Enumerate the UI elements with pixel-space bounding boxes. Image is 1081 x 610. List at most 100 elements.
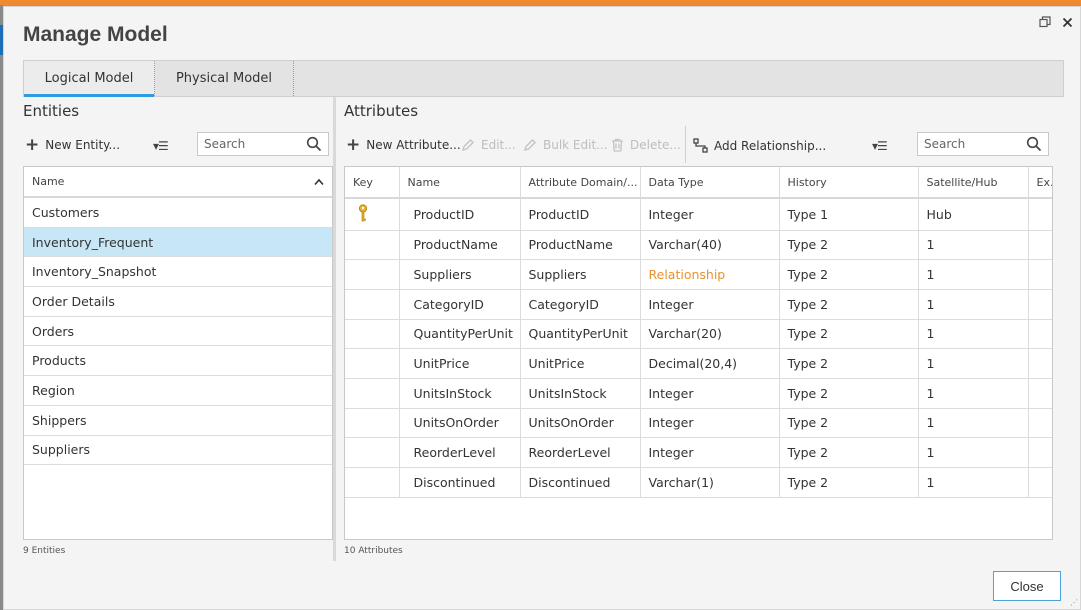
attribute-name-cell[interactable]: ProductID — [399, 198, 521, 231]
extra-cell[interactable] — [1028, 198, 1052, 231]
search-icon[interactable] — [306, 136, 322, 152]
satellite-hub-cell[interactable]: 1 — [918, 408, 1029, 439]
entity-row[interactable]: Order Details — [24, 287, 332, 317]
attribute-row[interactable]: UnitsOnOrder UnitsOnOrder Integer Type 21 — [345, 408, 1052, 439]
entities-column-header[interactable]: Name — [24, 167, 332, 198]
satellite-hub-cell[interactable]: 1 — [918, 378, 1029, 409]
attribute-row[interactable]: UnitPrice UnitPrice Decimal(20,4) Type 21 — [345, 348, 1052, 379]
attribute-domain-cell[interactable]: UnitsOnOrder — [520, 408, 641, 439]
attribute-domain-cell[interactable]: QuantityPerUnit — [520, 319, 641, 350]
satellite-hub-cell[interactable]: 1 — [918, 437, 1029, 468]
attribute-row[interactable]: Suppliers Suppliers Relationship Type 21 — [345, 259, 1052, 290]
attribute-name-cell[interactable]: QuantityPerUnit — [399, 319, 521, 350]
extra-cell[interactable] — [1028, 348, 1052, 379]
history-cell[interactable]: Type 2 — [779, 230, 919, 261]
attribute-name-cell[interactable]: ProductName — [399, 230, 521, 261]
attribute-domain-cell[interactable]: UnitPrice — [520, 348, 641, 379]
key-cell[interactable] — [345, 259, 400, 290]
key-cell[interactable] — [345, 198, 400, 231]
attribute-domain-cell[interactable]: ReorderLevel — [520, 437, 641, 468]
attribute-row[interactable]: UnitsInStock UnitsInStock Integer Type 21 — [345, 378, 1052, 409]
attribute-domain-cell[interactable]: CategoryID — [520, 289, 641, 320]
restore-icon[interactable] — [1038, 15, 1052, 29]
attribute-name-cell[interactable]: UnitPrice — [399, 348, 521, 379]
delete-button[interactable]: Delete... — [611, 138, 681, 152]
attribute-name-cell[interactable]: ReorderLevel — [399, 437, 521, 468]
tab-logical-model[interactable]: Logical Model — [24, 61, 155, 97]
column-header-history[interactable]: History — [779, 167, 919, 199]
attributes-search[interactable] — [917, 132, 1049, 156]
key-cell[interactable] — [345, 437, 400, 468]
history-cell[interactable]: Type 1 — [779, 198, 919, 231]
key-cell[interactable] — [345, 378, 400, 409]
history-cell[interactable]: Type 2 — [779, 378, 919, 409]
history-cell[interactable]: Type 2 — [779, 408, 919, 439]
history-cell[interactable]: Type 2 — [779, 319, 919, 350]
history-cell[interactable]: Type 2 — [779, 259, 919, 290]
attributes-search-input[interactable] — [924, 137, 1026, 151]
entity-row[interactable]: Products — [24, 346, 332, 377]
history-cell[interactable]: Type 2 — [779, 467, 919, 498]
data-type-cell[interactable]: Integer — [640, 289, 780, 320]
satellite-hub-cell[interactable]: 1 — [918, 289, 1029, 320]
attribute-row[interactable]: Discontinued Discontinued Varchar(1) Type 2… — [345, 467, 1052, 498]
attribute-row[interactable]: ReorderLevel ReorderLevel Integer Type 21 — [345, 437, 1052, 468]
column-header-key[interactable]: Key — [345, 167, 400, 199]
extra-cell[interactable] — [1028, 319, 1052, 350]
bulk-edit-button[interactable]: Bulk Edit... — [523, 138, 608, 152]
tab-physical-model[interactable]: Physical Model — [155, 61, 294, 96]
extra-cell[interactable] — [1028, 230, 1052, 261]
attribute-domain-cell[interactable]: Suppliers — [520, 259, 641, 290]
key-cell[interactable] — [345, 289, 400, 320]
close-button[interactable]: Close — [993, 571, 1061, 601]
entities-search-input[interactable] — [204, 137, 306, 151]
key-cell[interactable] — [345, 319, 400, 350]
history-cell[interactable]: Type 2 — [779, 437, 919, 468]
satellite-hub-cell[interactable]: 1 — [918, 467, 1029, 498]
column-header-data-type[interactable]: Data Type — [640, 167, 780, 199]
new-entity-button[interactable]: + New Entity... — [25, 137, 120, 154]
attribute-row[interactable]: QuantityPerUnit QuantityPerUnit Varchar(20… — [345, 319, 1052, 350]
extra-cell[interactable] — [1028, 408, 1052, 439]
data-type-cell[interactable]: Relationship — [640, 259, 780, 290]
edit-button[interactable]: Edit... — [461, 138, 516, 152]
data-type-cell[interactable]: Varchar(1) — [640, 467, 780, 498]
key-cell[interactable] — [345, 467, 400, 498]
entity-row[interactable]: Inventory_Frequent — [24, 227, 332, 258]
history-cell[interactable]: Type 2 — [779, 289, 919, 320]
extra-cell[interactable] — [1028, 289, 1052, 320]
data-type-cell[interactable]: Integer — [640, 378, 780, 409]
chevron-up-icon[interactable] — [314, 178, 324, 186]
panel-splitter[interactable] — [333, 97, 336, 561]
column-header-attribute-domain[interactable]: Attribute Domain/... — [520, 167, 641, 199]
attribute-domain-cell[interactable]: Discontinued — [520, 467, 641, 498]
attribute-domain-cell[interactable]: ProductID — [520, 198, 641, 231]
data-type-cell[interactable]: Varchar(20) — [640, 319, 780, 350]
search-icon[interactable] — [1026, 136, 1042, 152]
column-menu-icon[interactable]: ▾☰ — [872, 139, 888, 153]
attribute-domain-cell[interactable]: ProductName — [520, 230, 641, 261]
entities-search[interactable] — [197, 132, 329, 156]
extra-cell[interactable] — [1028, 378, 1052, 409]
extra-cell[interactable] — [1028, 259, 1052, 290]
attribute-domain-cell[interactable]: UnitsInStock — [520, 378, 641, 409]
attribute-row[interactable]: ProductName ProductName Varchar(40) Type 21 — [345, 230, 1052, 261]
attribute-name-cell[interactable]: UnitsOnOrder — [399, 408, 521, 439]
attribute-row[interactable]: ProductID ProductID Integer Type 1 Hub — [345, 198, 1052, 231]
attribute-name-cell[interactable]: Discontinued — [399, 467, 521, 498]
satellite-hub-cell[interactable]: 1 — [918, 348, 1029, 379]
entity-row[interactable]: Customers — [24, 198, 332, 228]
entity-row[interactable]: Region — [24, 376, 332, 406]
key-cell[interactable] — [345, 230, 400, 261]
attribute-name-cell[interactable]: UnitsInStock — [399, 378, 521, 409]
satellite-hub-cell[interactable]: 1 — [918, 319, 1029, 350]
data-type-cell[interactable]: Integer — [640, 408, 780, 439]
column-header-extra[interactable]: Ex... — [1028, 167, 1052, 199]
extra-cell[interactable] — [1028, 437, 1052, 468]
entity-row[interactable]: Shippers — [24, 406, 332, 436]
key-cell[interactable] — [345, 348, 400, 379]
close-icon[interactable] — [1060, 15, 1074, 29]
satellite-hub-cell[interactable]: Hub — [918, 198, 1029, 231]
data-type-cell[interactable]: Varchar(40) — [640, 230, 780, 261]
data-type-cell[interactable]: Integer — [640, 198, 780, 231]
